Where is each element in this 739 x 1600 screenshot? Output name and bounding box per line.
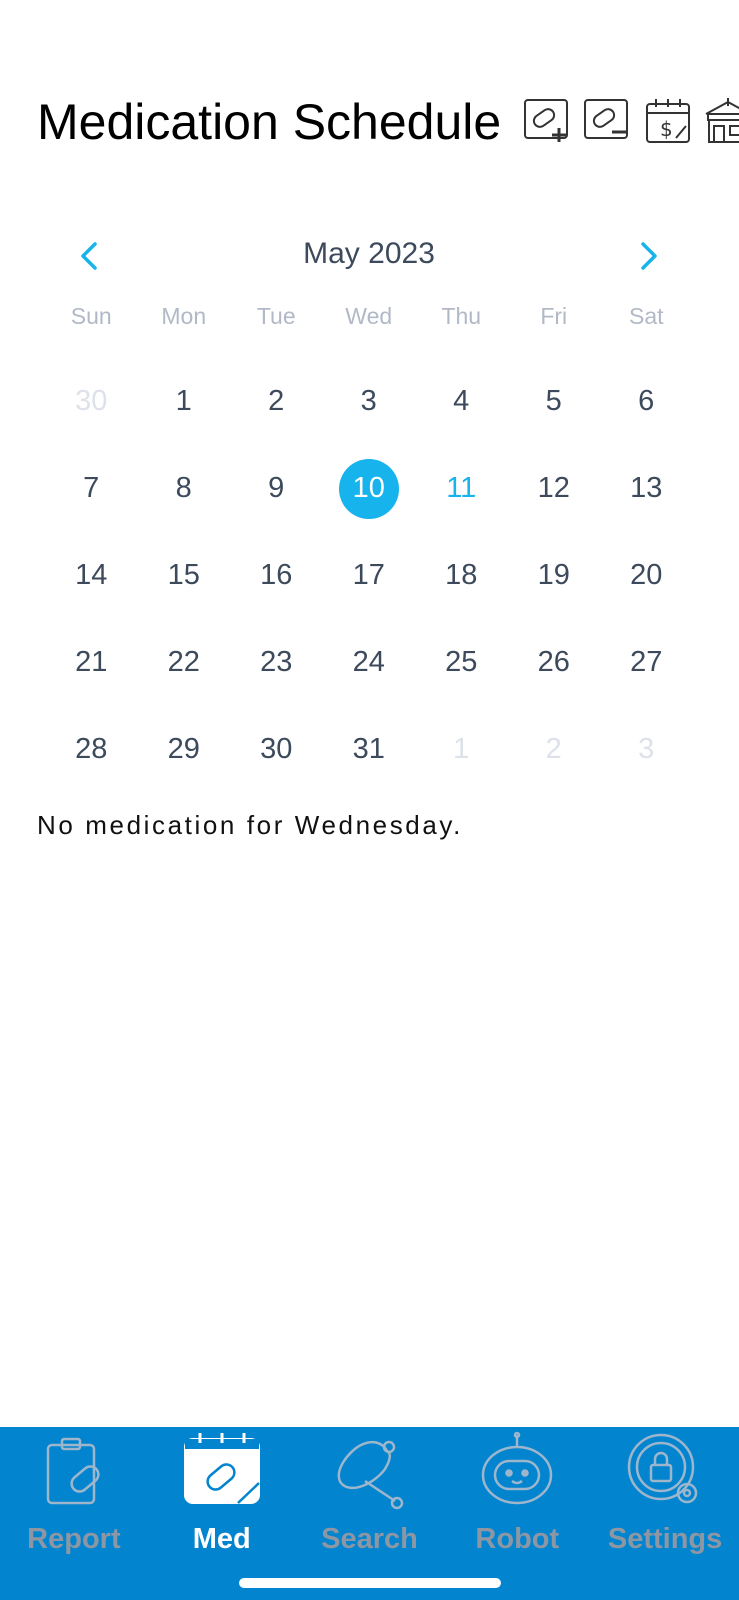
calendar-day[interactable]: 27	[600, 619, 693, 706]
chevron-right-icon[interactable]	[627, 236, 667, 276]
tab-bar: Report Med Search Robot Settings	[0, 1427, 739, 1600]
calendar-day[interactable]: 24	[323, 619, 416, 706]
month-label: May 2023	[303, 237, 435, 270]
calendar-header: May 2023	[45, 222, 693, 286]
calendar-day[interactable]: 19	[508, 532, 601, 619]
calendar-day[interactable]: 6	[600, 358, 693, 445]
calendar-week: 21 22 23 24 25 26 27	[45, 619, 693, 706]
tab-label: Report	[27, 1523, 121, 1555]
weekday-label: Tue	[256, 303, 296, 329]
tab-settings[interactable]: Settings	[591, 1427, 739, 1600]
home-indicator	[239, 1578, 501, 1588]
calendar-day[interactable]: 4	[415, 358, 508, 445]
empty-schedule-message: No medication for Wednesday.	[37, 810, 463, 840]
calendar-day[interactable]: 30	[230, 706, 323, 793]
clipboard-pill-icon	[34, 1431, 114, 1511]
calendar-week: 14 15 16 17 18 19 20	[45, 532, 693, 619]
calendar-day[interactable]: 30	[45, 358, 138, 445]
calendar-day[interactable]: 2	[508, 706, 601, 793]
billing-calendar-icon[interactable]: $	[644, 96, 692, 146]
calendar-day[interactable]: 1	[415, 706, 508, 793]
tab-robot[interactable]: Robot	[443, 1427, 591, 1600]
calendar-day[interactable]: 22	[138, 619, 231, 706]
calendar-day[interactable]: 9	[230, 445, 323, 532]
calendar-day[interactable]: 21	[45, 619, 138, 706]
calendar-day[interactable]: 12	[508, 445, 601, 532]
calendar-week: 30 1 2 3 4 5 6	[45, 358, 693, 445]
tab-label: Settings	[607, 1523, 723, 1555]
weekday-label: Mon	[161, 303, 207, 329]
remove-medication-icon[interactable]	[583, 96, 631, 146]
tab-med[interactable]: Med	[148, 1427, 296, 1600]
calendar-day[interactable]: 31	[323, 706, 416, 793]
calendar-day[interactable]: 5	[508, 358, 601, 445]
weekday-label: Sat	[628, 303, 664, 329]
calendar-day[interactable]: 7	[45, 445, 138, 532]
stethoscope-icon	[329, 1431, 409, 1511]
calendar-day[interactable]: 16	[230, 532, 323, 619]
weekday-row: Sun Mon Tue Wed Thu Fri Sat	[45, 296, 693, 336]
calendar-day[interactable]: 8	[138, 445, 231, 532]
calendar-day[interactable]: 3	[323, 358, 416, 445]
calendar-day[interactable]: 20	[600, 532, 693, 619]
calendar-day[interactable]: 23	[230, 619, 323, 706]
calendar-day[interactable]: 2	[230, 358, 323, 445]
svg-text:$: $	[660, 117, 673, 141]
calendar-day[interactable]: 13	[600, 445, 693, 532]
calendar-week: 28 29 30 31 1 2 3	[45, 706, 693, 793]
calendar-day[interactable]: 18	[415, 532, 508, 619]
calendar-week: 7 8 9 10 11 12 13	[45, 445, 693, 532]
weekday-label: Sun	[70, 303, 112, 329]
tab-label: Search	[321, 1523, 418, 1555]
calendar-day[interactable]: 29	[138, 706, 231, 793]
header: Medication Schedule $	[37, 90, 739, 160]
calendar-day[interactable]: 25	[415, 619, 508, 706]
calendar-day[interactable]: 3	[600, 706, 693, 793]
header-actions: $	[523, 96, 739, 148]
tab-label: Med	[192, 1523, 251, 1555]
calendar-day[interactable]: 17	[323, 532, 416, 619]
calendar-day[interactable]: 1	[138, 358, 231, 445]
robot-icon	[477, 1431, 557, 1511]
weekday-label: Fri	[540, 303, 568, 329]
page-title: Medication Schedule	[37, 94, 502, 150]
calendar-day[interactable]: 14	[45, 532, 138, 619]
weekday-label: Thu	[441, 303, 482, 329]
tab-label: Robot	[475, 1523, 560, 1555]
add-medication-icon[interactable]	[523, 96, 571, 146]
calendar-day[interactable]: 15	[138, 532, 231, 619]
tab-report[interactable]: Report	[0, 1427, 148, 1600]
calendar-day[interactable]: 28	[45, 706, 138, 793]
calendar: May 2023 Sun Mon Tue Wed Thu Fri Sat 30 …	[45, 222, 693, 793]
calendar-pill-icon	[182, 1431, 262, 1511]
pharmacy-icon[interactable]	[704, 96, 739, 146]
calendar-day[interactable]: 26	[508, 619, 601, 706]
weekday-label: Wed	[345, 303, 393, 329]
calendar-day-today[interactable]: 11	[415, 445, 508, 532]
calendar-day-selected[interactable]: 10	[323, 445, 416, 532]
tab-search[interactable]: Search	[296, 1427, 444, 1600]
lock-gear-icon	[625, 1431, 705, 1511]
